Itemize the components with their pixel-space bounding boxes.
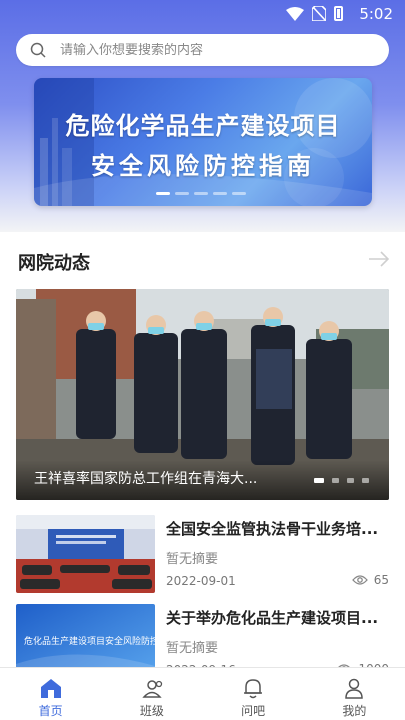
- banner-dot[interactable]: [156, 192, 170, 195]
- featured-news-dot[interactable]: [362, 478, 369, 483]
- banner-dot[interactable]: [175, 192, 189, 195]
- section-title: 网院动态: [18, 253, 90, 274]
- featured-news-dot[interactable]: [347, 478, 354, 483]
- banner-title-line2: 安全风险防控指南: [91, 152, 315, 180]
- wifi-icon: [286, 6, 304, 21]
- conference-photo: [16, 515, 155, 593]
- news-views: 65: [351, 573, 389, 587]
- banner-carousel[interactable]: 危险化学品生产建设项目 安全风险防控指南: [34, 78, 372, 206]
- news-summary: 暂无摘要: [166, 552, 219, 567]
- banner-dot[interactable]: [194, 192, 208, 195]
- status-icons: [286, 6, 343, 21]
- status-bar: 5:02: [0, 0, 405, 28]
- news-view-count: 65: [373, 573, 389, 587]
- search-bar[interactable]: [16, 34, 389, 66]
- banner-dot[interactable]: [213, 192, 227, 195]
- arrow-right-icon[interactable]: [367, 250, 391, 268]
- nav-label-profile: 我的: [342, 704, 367, 718]
- eye-icon: [351, 575, 368, 585]
- nav-item-ask[interactable]: 问吧: [203, 668, 304, 720]
- profile-icon: [345, 678, 364, 699]
- news-summary: 暂无摘要: [166, 641, 219, 656]
- banner-dot[interactable]: [232, 192, 246, 195]
- bell-icon: [244, 679, 263, 699]
- home-icon: [40, 679, 61, 698]
- nav-item-profile[interactable]: 我的: [304, 668, 405, 720]
- news-thumbnail: [16, 515, 155, 593]
- news-list-item[interactable]: 全国安全监管执法骨干业务培... 暂无摘要 2022-09-01 65: [16, 515, 389, 595]
- battery-icon: [334, 6, 343, 21]
- banner-background-graphic: [34, 78, 372, 206]
- cover-image-text: 危化品生产建设项目安全风险防控指南: [24, 635, 155, 647]
- featured-news-dot[interactable]: [332, 478, 339, 483]
- nav-label-home: 首页: [38, 704, 63, 718]
- class-icon: [142, 680, 163, 698]
- banner-pagination: [156, 192, 246, 195]
- no-sim-icon: [312, 6, 326, 21]
- status-time: 5:02: [359, 5, 393, 23]
- header-background: 5:02 危险化学品生产建设项目 安全风险防控指南: [0, 0, 405, 232]
- nav-item-class[interactable]: 班级: [101, 668, 202, 720]
- news-title: 关于举办危化品生产建设项目...: [166, 609, 379, 627]
- featured-news-carousel[interactable]: 王祥喜率国家防总工作组在青海大...: [16, 289, 389, 500]
- search-icon: [30, 42, 46, 58]
- nav-item-home[interactable]: 首页: [0, 668, 101, 720]
- news-section: 网院动态 王祥喜率国家防总工作组在青海大... 全国安全监管执法骨干业务培...…: [0, 232, 405, 682]
- featured-news-caption: 王祥喜率国家防总工作组在青海大...: [34, 471, 258, 487]
- news-date: 2022-09-01: [166, 574, 236, 588]
- banner-title-line1: 危险化学品生产建设项目: [65, 112, 341, 140]
- bottom-navigation: 首页 班级 问吧 我的: [0, 667, 405, 720]
- featured-news-pagination: [314, 478, 369, 483]
- news-title: 全国安全监管执法骨干业务培...: [166, 520, 379, 538]
- featured-news-dot[interactable]: [314, 478, 324, 483]
- nav-label-ask: 问吧: [241, 704, 266, 718]
- search-input[interactable]: [60, 42, 360, 58]
- nav-label-class: 班级: [139, 704, 164, 718]
